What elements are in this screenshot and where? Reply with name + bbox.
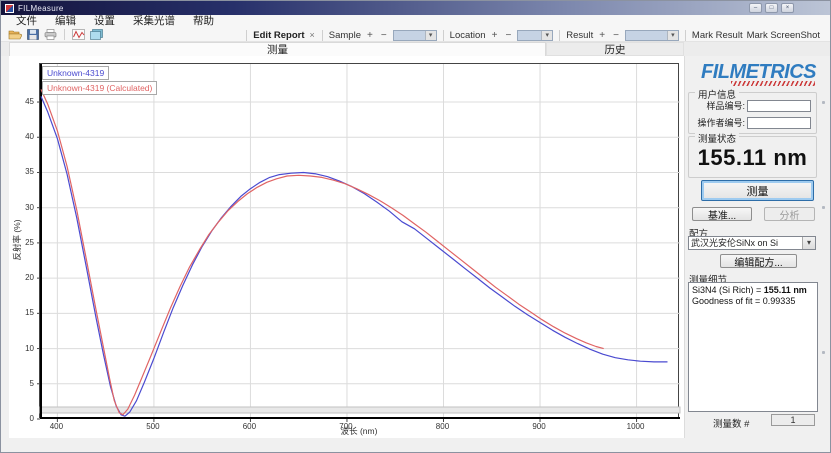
- measurement-panel: FILMETRICS 用户信息 样品编号: 操作者编号: 测量状态 155.11…: [684, 56, 819, 438]
- chevron-down-icon: ▾: [425, 31, 436, 40]
- toolbar-separator: [64, 29, 65, 40]
- sample-id-label: 样品编号:: [689, 99, 747, 112]
- maximize-button[interactable]: □: [765, 3, 778, 13]
- minimize-button[interactable]: –: [749, 3, 762, 13]
- report-close-icon[interactable]: ×: [309, 30, 316, 40]
- menu-edit[interactable]: 编辑: [46, 15, 85, 28]
- chevron-down-icon: ▾: [667, 31, 678, 40]
- y-tick-label: 45: [13, 97, 34, 106]
- operator-id-label: 操作者编号:: [689, 116, 747, 129]
- toolbar: Edit Report × Sample + − ▾ Location + − …: [1, 28, 830, 42]
- location-remove-button[interactable]: −: [503, 30, 513, 41]
- details-gof-line: Goodness of fit = 0.99335: [692, 296, 814, 307]
- tab-measure[interactable]: 测量: [9, 42, 546, 56]
- app-icon: [5, 4, 14, 13]
- measure-status-groupbox: 测量状态 155.11 nm: [688, 136, 817, 178]
- y-tick-label: 25: [13, 238, 34, 247]
- user-info-groupbox: 用户信息 样品编号: 操作者编号:: [688, 92, 817, 134]
- calculated-spectrum-curve: [41, 89, 604, 414]
- thickness-result-value: 155.11 nm: [689, 145, 816, 171]
- screenshot-icon[interactable]: [89, 29, 104, 41]
- sample-label: Sample: [329, 30, 361, 41]
- y-tick-label: 5: [13, 379, 34, 388]
- y-tick-label: 35: [13, 167, 34, 176]
- save-icon[interactable]: [25, 29, 40, 41]
- edit-report-button[interactable]: Edit Report: [253, 30, 304, 41]
- sample-remove-button[interactable]: −: [379, 30, 389, 41]
- measure-count-field[interactable]: [771, 414, 815, 426]
- result-label: Result: [566, 30, 593, 41]
- menu-settings[interactable]: 设置: [85, 15, 124, 28]
- spectrum-icon[interactable]: [71, 29, 86, 41]
- menu-file[interactable]: 文件: [7, 15, 46, 28]
- splitter-handle-dot: [822, 206, 825, 209]
- menu-bar: 文件 编辑 设置 采集光谱 帮助: [1, 15, 830, 28]
- close-button[interactable]: ×: [781, 3, 794, 13]
- result-remove-button[interactable]: −: [611, 30, 621, 41]
- y-tick-label: 30: [13, 203, 34, 212]
- reflectance-plot[interactable]: [39, 63, 679, 418]
- tab-history[interactable]: 历史: [546, 42, 684, 56]
- print-icon[interactable]: [43, 29, 58, 41]
- details-thickness-line: Si3N4 (Si Rich) = 155.11 nm: [692, 285, 814, 296]
- recipe-selected-value: 武汉光安伦SiNx on Si: [689, 237, 802, 249]
- location-combobox[interactable]: ▾: [517, 30, 553, 41]
- tab-bar: 测量 历史: [1, 42, 830, 56]
- mark-screenshot-button[interactable]: Mark ScreenShot: [747, 30, 820, 41]
- measure-tab-page: 反射率 (%) Unknown-4319 Unknown-4319 (Calcu…: [9, 56, 684, 438]
- y-tick-label: 15: [13, 308, 34, 317]
- measure-count-label: 测量数 #: [713, 416, 749, 430]
- measured-spectrum-curve: [41, 96, 668, 416]
- y-tick-label: 40: [13, 132, 34, 141]
- y-tick-label: 20: [13, 273, 34, 282]
- mark-result-button[interactable]: Mark Result: [692, 30, 743, 41]
- status-strip: [1, 438, 830, 453]
- sample-add-button[interactable]: +: [365, 30, 375, 41]
- edit-recipe-button[interactable]: 编辑配方...: [720, 254, 797, 268]
- recipe-combobox[interactable]: 武汉光安伦SiNx on Si ▾: [688, 236, 816, 250]
- splitter-handle-dot: [822, 101, 825, 104]
- chevron-down-icon: ▾: [802, 237, 815, 249]
- sample-id-input[interactable]: [747, 100, 811, 112]
- menu-help[interactable]: 帮助: [184, 15, 223, 28]
- operator-id-input[interactable]: [747, 117, 811, 129]
- panel-splitter[interactable]: [820, 56, 827, 438]
- location-label: Location: [450, 30, 486, 41]
- x-axis-title: 波长 (nm): [39, 425, 679, 437]
- y-tick-label: 10: [13, 344, 34, 353]
- sample-combobox[interactable]: ▾: [393, 30, 437, 41]
- measure-status-title: 测量状态: [695, 131, 739, 145]
- menu-acquire-spectrum[interactable]: 采集光谱: [124, 15, 184, 28]
- logo-hatch-underline: [731, 81, 815, 86]
- analyze-button[interactable]: 分析: [764, 207, 815, 221]
- y-tick-label: 0: [13, 414, 34, 423]
- title-bar[interactable]: FILMeasure – □ ×: [1, 1, 830, 15]
- measure-details-listbox[interactable]: Si3N4 (Si Rich) = 155.11 nm Goodness of …: [688, 282, 818, 412]
- app-window: FILMeasure – □ × 文件 编辑 设置 采集光谱 帮助: [0, 0, 831, 453]
- splitter-handle-dot: [822, 351, 825, 354]
- open-icon[interactable]: [7, 29, 22, 41]
- location-add-button[interactable]: +: [490, 30, 500, 41]
- baseline-button[interactable]: 基准...: [692, 207, 752, 221]
- result-combobox[interactable]: ▾: [625, 30, 679, 41]
- plot-scrollbar[interactable]: [40, 407, 680, 413]
- report-bar: Edit Report × Sample + − ▾ Location + − …: [244, 28, 820, 42]
- measure-button[interactable]: 测量: [701, 180, 814, 201]
- window-title: FILMeasure: [18, 4, 64, 13]
- result-add-button[interactable]: +: [597, 30, 607, 41]
- chevron-down-icon: ▾: [541, 31, 552, 40]
- legend-measured: Unknown-4319: [42, 66, 109, 80]
- legend-calculated: Unknown-4319 (Calculated): [42, 81, 157, 95]
